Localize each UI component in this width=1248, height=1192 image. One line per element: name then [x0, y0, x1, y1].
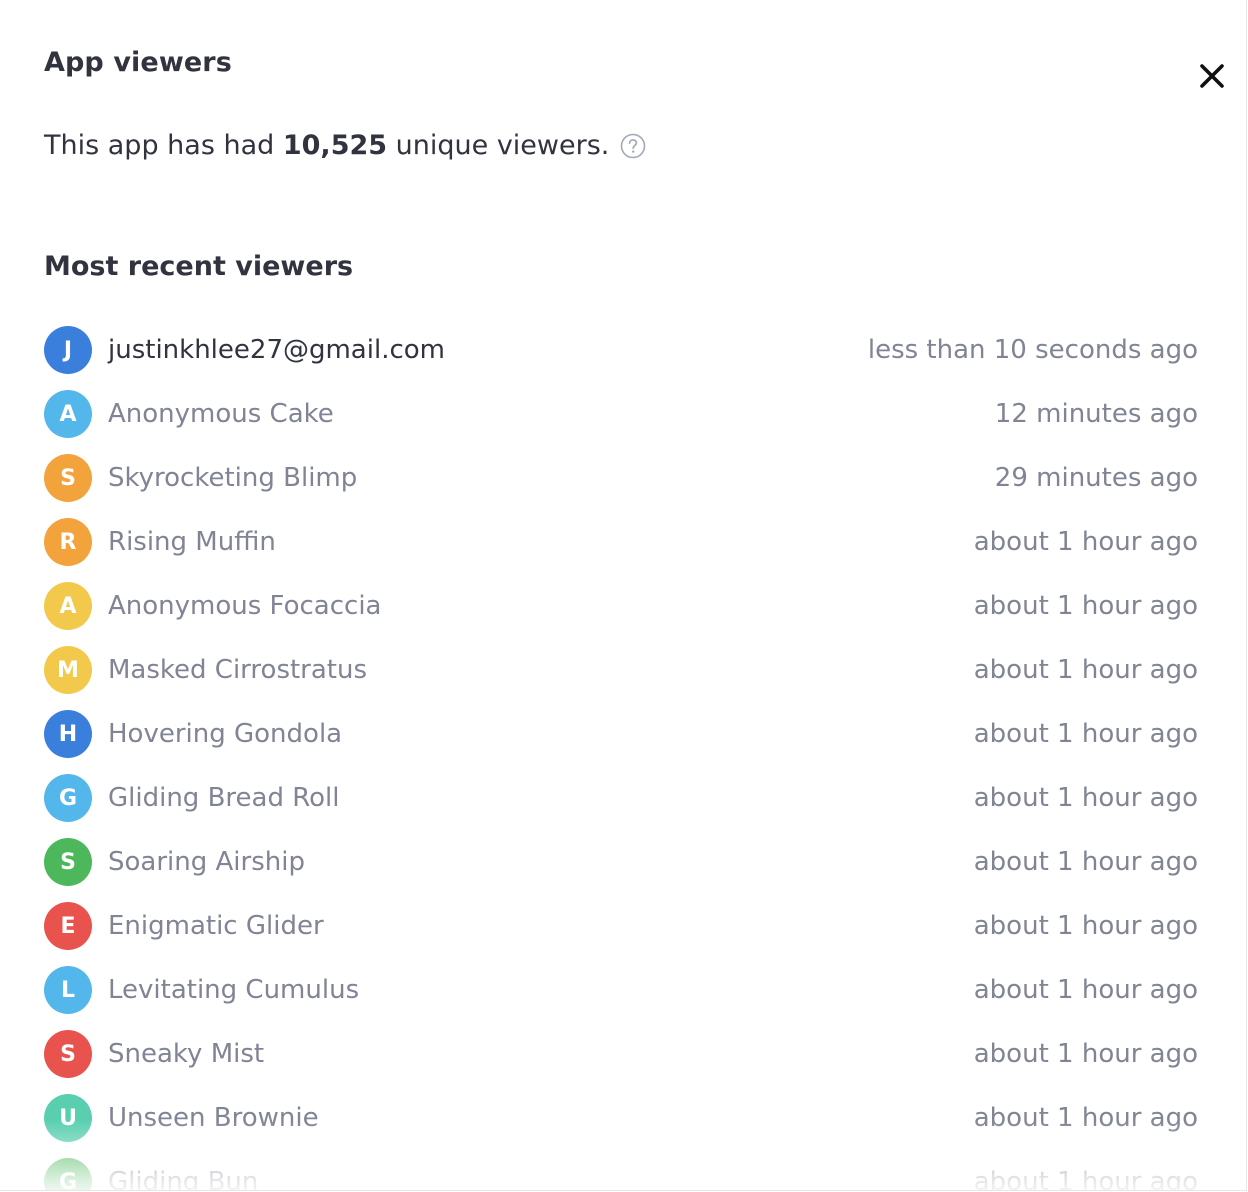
viewer-last-seen: about 1 hour ago — [973, 1103, 1198, 1133]
viewer-name: Rising Muffin — [108, 527, 276, 557]
avatar: A — [44, 390, 92, 438]
avatar: E — [44, 902, 92, 950]
viewer-row: L Levitating Cumulus about 1 hour ago — [44, 958, 1198, 1022]
summary-prefix: This app has had — [44, 130, 283, 161]
dialog-title: App viewers — [44, 47, 232, 78]
viewer-last-seen: about 1 hour ago — [973, 975, 1198, 1005]
unique-viewers-summary: This app has had 10,525 unique viewers. — [44, 130, 646, 161]
viewer-name: Levitating Cumulus — [108, 975, 360, 1005]
avatar: A — [44, 582, 92, 630]
question-circle-icon[interactable] — [620, 133, 646, 159]
viewer-last-seen: about 1 hour ago — [973, 1167, 1198, 1191]
viewer-row: Jjustinkhlee27@gmail.com less than 10 sec… — [44, 318, 1198, 382]
viewer-row: E Enigmatic Glider about 1 hour ago — [44, 894, 1198, 958]
viewer-last-seen: about 1 hour ago — [973, 847, 1198, 877]
viewer-name: Gliding Bread Roll — [108, 783, 340, 813]
viewer-name: Anonymous Cake — [108, 399, 334, 429]
viewer-last-seen: about 1 hour ago — [973, 911, 1198, 941]
viewer-last-seen: about 1 hour ago — [973, 719, 1198, 749]
avatar: H — [44, 710, 92, 758]
close-button[interactable] — [1192, 56, 1232, 96]
viewer-last-seen: 12 minutes ago — [994, 399, 1198, 429]
viewer-row: A Anonymous Focaccia about 1 hour ago — [44, 574, 1198, 638]
viewer-row: A Anonymous Cake 12 minutes ago — [44, 382, 1198, 446]
most-recent-viewers-heading: Most recent viewers — [44, 251, 354, 282]
viewer-name: Masked Cirrostratus — [108, 655, 368, 685]
viewer-name: Soaring Airship — [108, 847, 305, 877]
viewer-name: Gliding Bun — [108, 1167, 259, 1191]
viewer-last-seen: 29 minutes ago — [994, 463, 1198, 493]
viewer-name: Skyrocketing Blimp — [108, 463, 358, 493]
viewer-name: justinkhlee27@gmail.com — [108, 335, 445, 365]
viewer-last-seen: less than 10 seconds ago — [867, 335, 1198, 365]
viewer-name: Sneaky Mist — [108, 1039, 265, 1069]
viewer-row: S Soaring Airship about 1 hour ago — [44, 830, 1198, 894]
avatar: G — [44, 774, 92, 822]
close-icon — [1200, 64, 1224, 88]
viewer-name: Unseen Brownie — [108, 1103, 319, 1133]
viewer-row: M Masked Cirrostratus about 1 hour ago — [44, 638, 1198, 702]
app-viewers-dialog: App viewers This app has had 10,525 uniq… — [0, 0, 1247, 1191]
viewer-list: Jjustinkhlee27@gmail.com less than 10 sec… — [44, 318, 1198, 1191]
viewer-last-seen: about 1 hour ago — [973, 527, 1198, 557]
avatar: S — [44, 838, 92, 886]
avatar: J — [44, 326, 92, 374]
avatar: G — [44, 1158, 92, 1190]
viewer-row: G Gliding Bread Roll about 1 hour ago — [44, 766, 1198, 830]
viewer-last-seen: about 1 hour ago — [973, 591, 1198, 621]
avatar: S — [44, 454, 92, 502]
viewer-name: Enigmatic Glider — [108, 911, 324, 941]
unique-viewer-count: 10,525 — [282, 130, 388, 161]
viewer-row: U Unseen Brownie about 1 hour ago — [44, 1086, 1198, 1150]
viewer-last-seen: about 1 hour ago — [973, 1039, 1198, 1069]
avatar: R — [44, 518, 92, 566]
avatar: L — [44, 966, 92, 1014]
viewer-last-seen: about 1 hour ago — [973, 783, 1198, 813]
viewer-last-seen: about 1 hour ago — [973, 655, 1198, 685]
avatar: M — [44, 646, 92, 694]
viewer-row: G Gliding Bun about 1 hour ago — [44, 1150, 1198, 1191]
viewer-row: H Hovering Gondola about 1 hour ago — [44, 702, 1198, 766]
viewer-row: R Rising Muffin about 1 hour ago — [44, 510, 1198, 574]
avatar: S — [44, 1030, 92, 1078]
viewer-name: Anonymous Focaccia — [108, 591, 382, 621]
viewer-row: S Skyrocketing Blimp 29 minutes ago — [44, 446, 1198, 510]
viewer-name: Hovering Gondola — [108, 719, 343, 749]
viewer-row: S Sneaky Mist about 1 hour ago — [44, 1022, 1198, 1086]
avatar: U — [44, 1094, 92, 1142]
summary-suffix: unique viewers. — [387, 130, 610, 161]
